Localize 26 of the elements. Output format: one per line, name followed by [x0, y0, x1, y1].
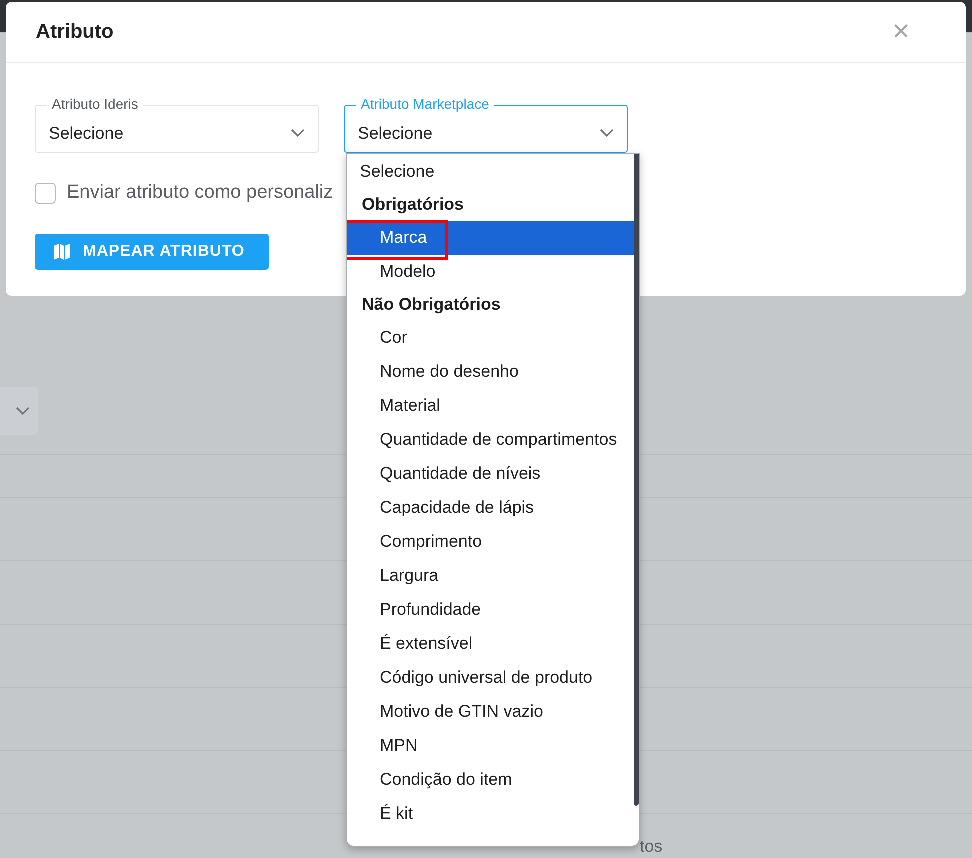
dropdown-option[interactable]: Quantidade de compartimentos [347, 423, 634, 457]
dropdown-option[interactable]: Motivo de GTIN vazio [347, 695, 634, 729]
dropdown-option[interactable]: Cor [347, 321, 634, 355]
group-heading: Não Obrigatórios [361, 294, 502, 316]
dropdown-option[interactable]: Largura [347, 559, 634, 593]
dropdown-option[interactable]: Capacidade de lápis [347, 491, 634, 525]
background-text: tos [640, 837, 663, 857]
dropdown-option[interactable]: Comprimento [347, 525, 634, 559]
dropdown-option[interactable]: Código universal de produto [347, 661, 634, 695]
dropdown-option[interactable]: Modelo [347, 255, 634, 289]
dropdown-option[interactable]: É extensível [347, 627, 634, 661]
select-field[interactable]: Atributo Ideris Selecione [35, 95, 319, 153]
dropdown-option[interactable]: Material [347, 389, 634, 423]
select-field[interactable]: Atributo Marketplace Selecione [344, 95, 628, 153]
dialog-title: Atributo [36, 20, 114, 44]
dropdown-option[interactable]: Nome do desenho [347, 355, 634, 389]
group-heading: Obrigatórios [361, 194, 466, 216]
select-value: Selecione [49, 124, 124, 144]
dropdown-option[interactable]: Condição do item [347, 763, 634, 797]
checkbox-label: Enviar atributo como personaliz [67, 182, 334, 204]
dropdown-option[interactable]: Selecione [347, 155, 634, 189]
dropdown-option[interactable]: MPN [347, 729, 634, 763]
dropdown-option[interactable]: Quantidade de níveis [347, 457, 634, 491]
select-value: Selecione [358, 124, 433, 144]
dropdown-option[interactable]: Profundidade [347, 593, 634, 627]
dropdown-option[interactable]: É kit [347, 797, 634, 831]
